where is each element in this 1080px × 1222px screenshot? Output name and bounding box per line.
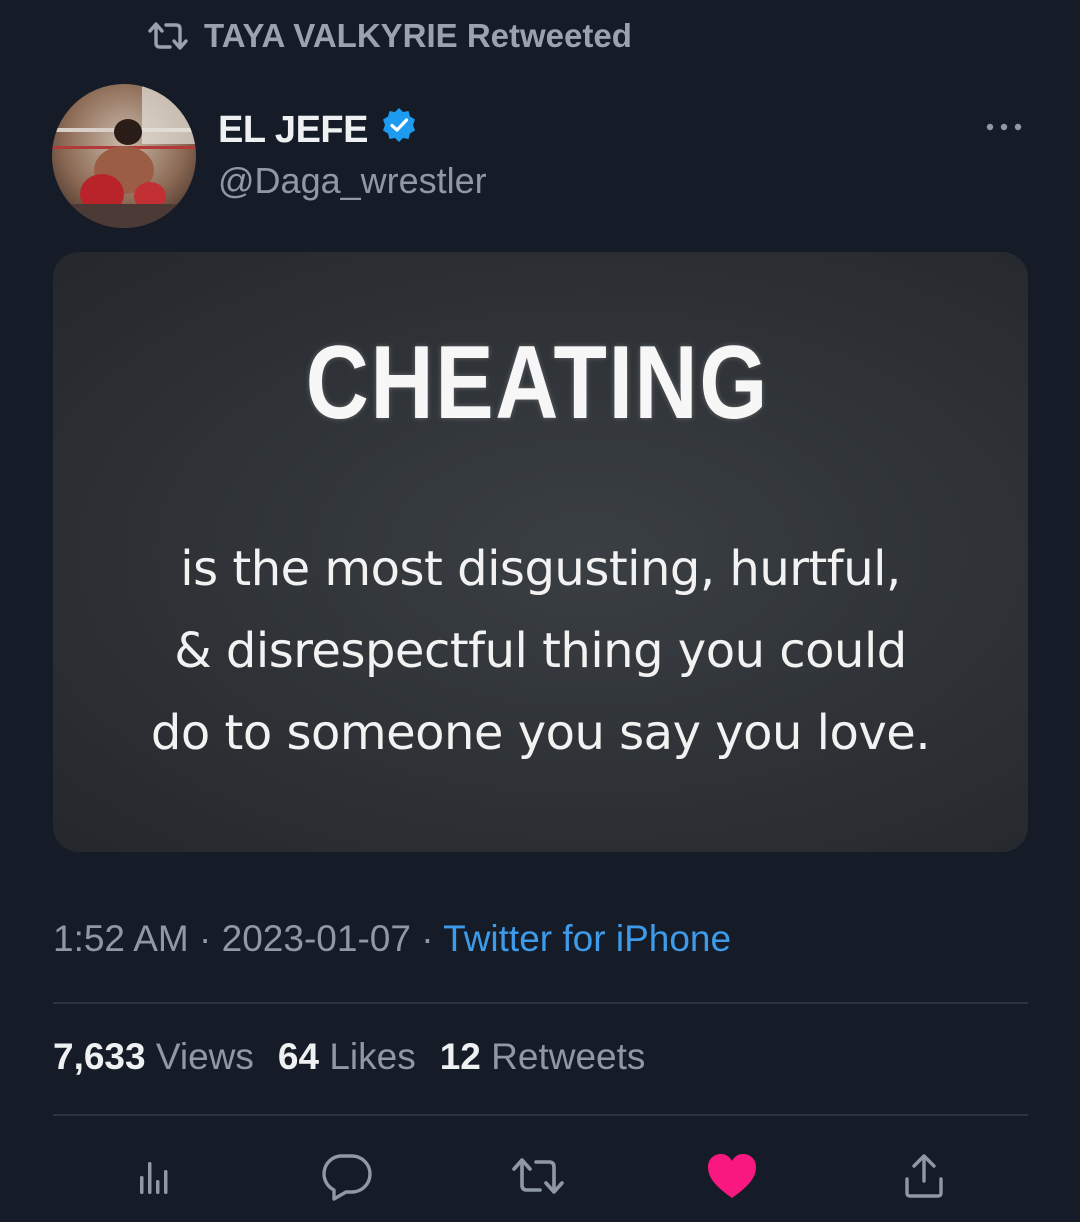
media-line: do to someone you say you love. [150, 705, 931, 761]
retweets-label: Retweets [491, 1036, 646, 1077]
tweet-date[interactable]: 2023-01-07 [222, 918, 411, 959]
tweet-source-link[interactable]: Twitter for iPhone [443, 918, 731, 959]
views-count: 7,633 [53, 1036, 146, 1077]
tweet-timestamp: 1:52 AM · 2023-01-07 · Twitter for iPhon… [53, 918, 731, 960]
meta-separator: · [421, 918, 434, 959]
author-display-name: EL JEFE [218, 108, 368, 151]
analytics-button[interactable] [124, 1148, 184, 1204]
retweets-count: 12 [439, 1036, 481, 1077]
retweeted-by-header[interactable]: TAYA VALKYRIE Retweeted [146, 14, 632, 58]
share-icon [899, 1151, 949, 1201]
likes-label: Likes [329, 1036, 416, 1077]
likes-count: 64 [277, 1036, 320, 1077]
author-handle[interactable]: @Daga_wrestler [218, 160, 487, 202]
likes-stat[interactable]: 64 Likes [278, 1036, 416, 1078]
like-button[interactable] [702, 1148, 762, 1204]
meta-separator: · [199, 918, 212, 959]
verified-badge-icon [380, 106, 418, 154]
heart-filled-icon [704, 1151, 760, 1201]
media-body-text: is the most disgusting, hurtful, & disre… [53, 528, 1028, 774]
tweet-time[interactable]: 1:52 AM [53, 918, 189, 959]
share-button[interactable] [894, 1148, 954, 1204]
retweet-icon [146, 19, 190, 53]
divider [53, 1002, 1028, 1004]
tweet-stats: 7,633 Views 64 Likes 12 Retweets [53, 1036, 645, 1078]
views-label: Views [155, 1036, 254, 1077]
retweet-icon [508, 1154, 568, 1198]
author-name-row[interactable]: EL JEFE [218, 106, 418, 154]
media-line: & disrespectful thing you could [174, 623, 907, 679]
media-line: is the most disgusting, hurtful, [180, 541, 901, 597]
retweeted-by-label: TAYA VALKYRIE Retweeted [204, 17, 632, 54]
tweet-media-image[interactable]: CHEATING is the most disgusting, hurtful… [53, 252, 1028, 852]
reply-button[interactable] [316, 1148, 376, 1204]
reply-icon [318, 1150, 374, 1202]
media-headline: CHEATING [305, 325, 769, 441]
avatar[interactable] [52, 84, 196, 228]
views-stat[interactable]: 7,633 Views [53, 1036, 254, 1078]
more-dots-icon [984, 119, 1024, 137]
more-options-button[interactable] [972, 112, 1036, 144]
divider [53, 1114, 1028, 1116]
analytics-icon [132, 1156, 176, 1196]
retweet-button[interactable] [508, 1148, 568, 1204]
retweets-stat[interactable]: 12 Retweets [440, 1036, 646, 1078]
